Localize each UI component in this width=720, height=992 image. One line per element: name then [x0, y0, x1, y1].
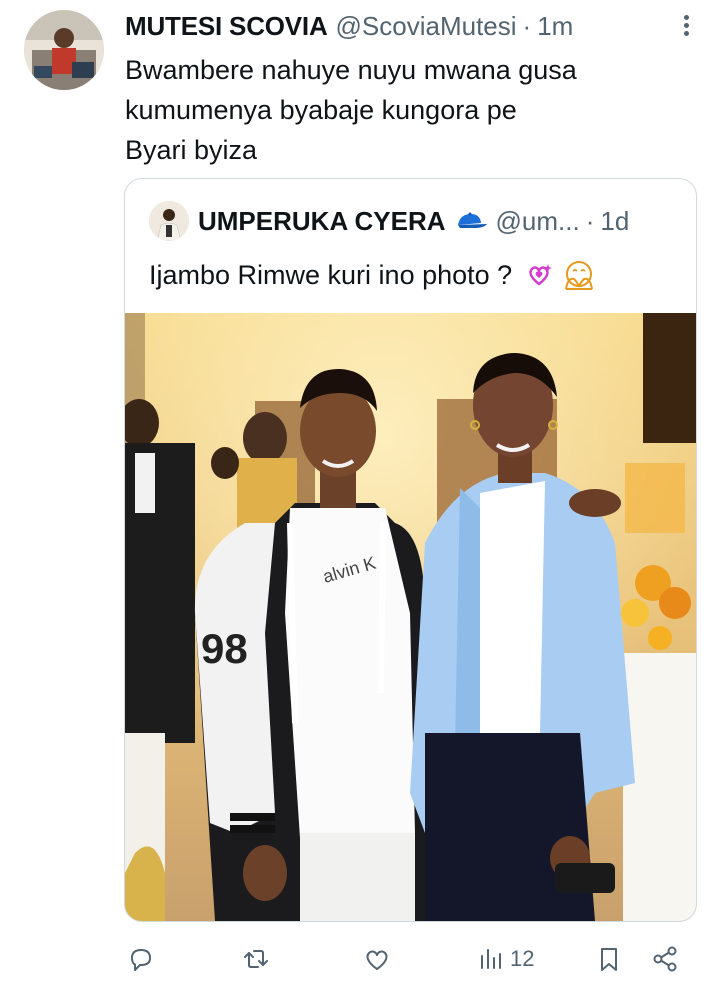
tweet-timestamp[interactable]: 1m	[537, 11, 573, 42]
quoted-timestamp[interactable]: 1d	[600, 206, 629, 237]
bookmark-icon	[601, 948, 617, 971]
reply-button[interactable]	[126, 938, 156, 980]
face-with-hand-over-mouth-icon	[565, 261, 594, 290]
tweet-text-line: Bwambere nahuye nuyu mwana gusa	[125, 55, 577, 85]
tweet-text-line: Byari byiza	[125, 135, 258, 165]
bookmark-button[interactable]	[594, 938, 624, 980]
quoted-author-name[interactable]: UMPERUKA CYERA	[198, 206, 446, 237]
separator-dot: ·	[522, 10, 532, 41]
views-button[interactable]: 12	[476, 938, 534, 980]
tweet-text: Bwambere nahuye nuyu mwana gusa kumumeny…	[125, 50, 685, 170]
heart-icon	[366, 950, 388, 970]
analytics-icon	[481, 949, 501, 969]
quoted-tweet-text: Ijambo Rimwe kuri ino photo ?	[149, 255, 596, 295]
share-icon	[653, 946, 677, 972]
tweet-text-line: kumumenya byabaje kungora pe	[125, 95, 517, 125]
share-button[interactable]	[650, 938, 680, 980]
quoted-tweet-photo[interactable]: alvin K 98	[125, 313, 696, 921]
author-name[interactable]: MUTESI SCOVIA	[125, 11, 328, 42]
author-avatar[interactable]	[24, 10, 104, 90]
quoted-tweet-card[interactable]: UMPERUKA CYERA @um... · 1d Ijambo Rimwe …	[124, 178, 697, 922]
reply-icon	[131, 949, 151, 971]
retweet-icon	[244, 950, 268, 968]
blue-cap-icon	[457, 212, 487, 228]
quoted-tweet-header: UMPERUKA CYERA @um... · 1d	[198, 203, 676, 239]
heart-with-sparkles-icon	[529, 264, 553, 286]
tweet-actions-bar: 12	[124, 938, 684, 980]
like-button[interactable]	[362, 938, 392, 980]
author-handle[interactable]: @ScoviaMutesi	[336, 11, 517, 42]
jacket-number-text: 98	[201, 625, 248, 672]
separator-dot: ·	[585, 205, 595, 236]
quoted-author-handle[interactable]: @um...	[496, 206, 580, 237]
retweet-button[interactable]	[241, 938, 271, 980]
quoted-author-avatar[interactable]	[149, 201, 189, 241]
tweet-header: MUTESI SCOVIA @ScoviaMutesi · 1m	[125, 8, 700, 44]
more-options-icon[interactable]	[680, 12, 692, 42]
quoted-text-content: Ijambo Rimwe kuri ino photo ?	[149, 260, 513, 290]
views-count: 12	[510, 946, 535, 971]
